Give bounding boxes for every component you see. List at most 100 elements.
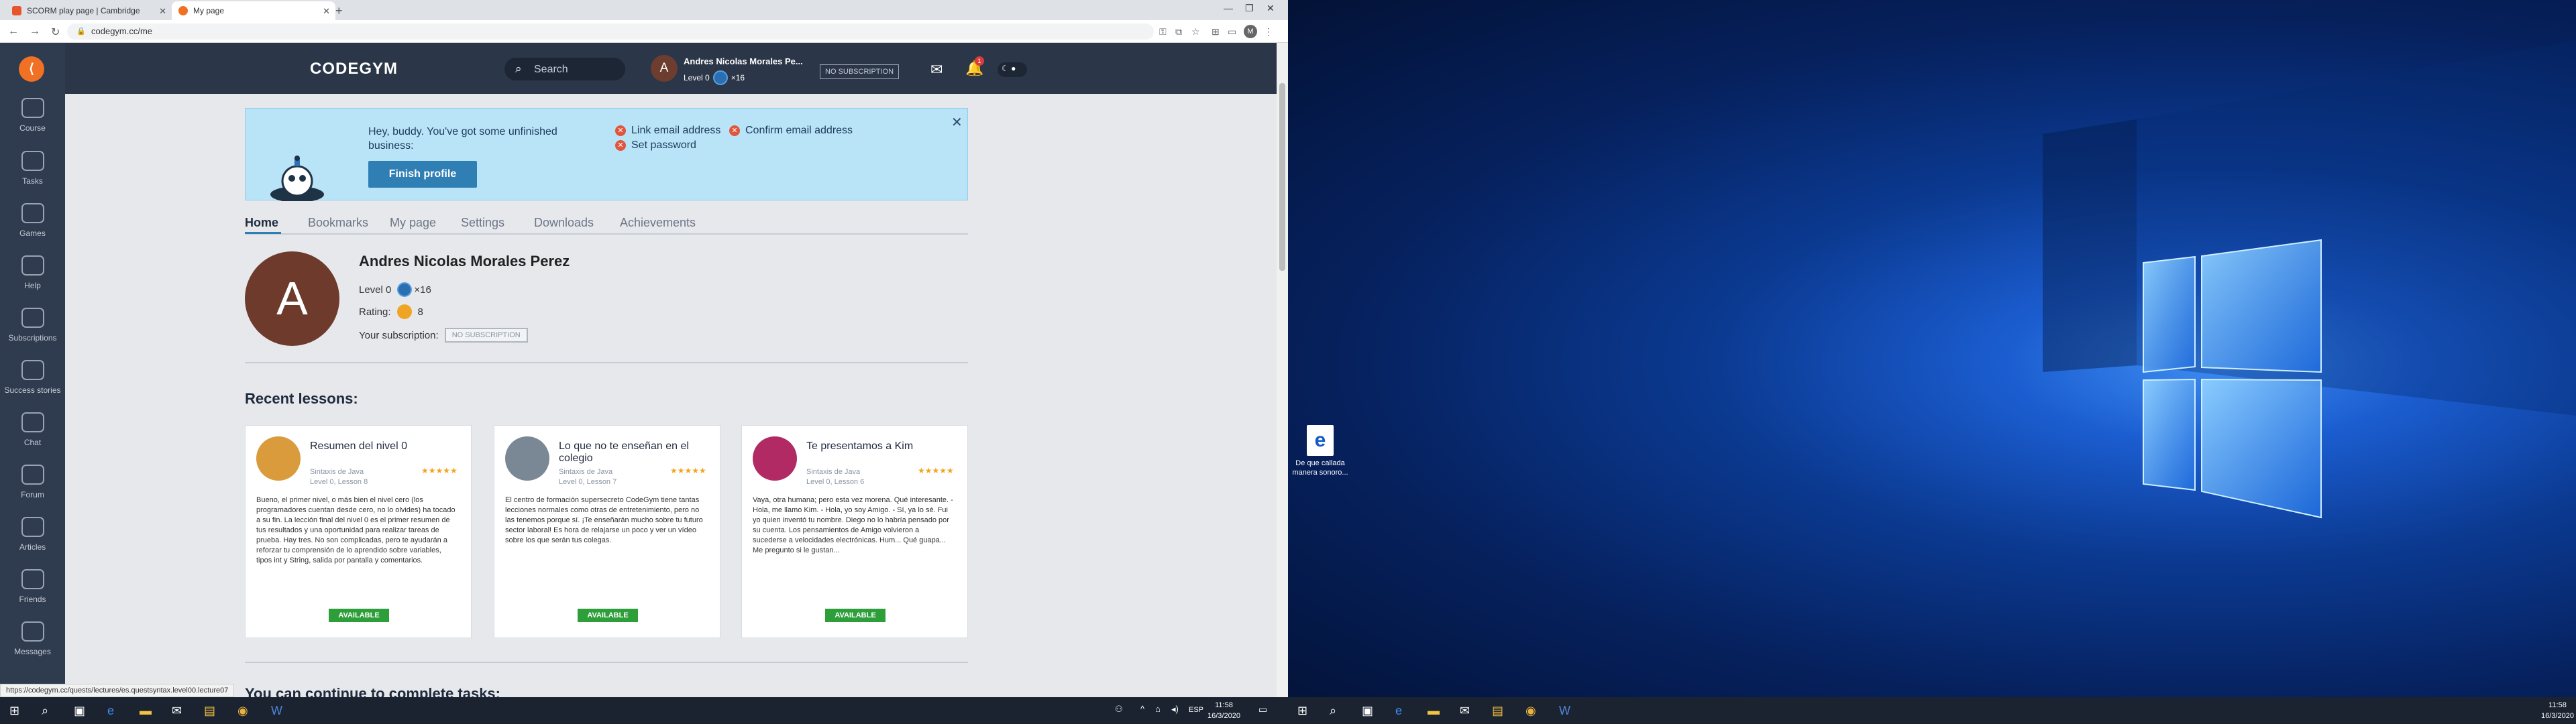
browser-menu-icon[interactable]: ⋮ (1264, 26, 1273, 38)
todo-set-password[interactable]: ✕ Set password (615, 139, 696, 152)
finish-profile-button[interactable]: Finish profile (368, 161, 477, 188)
mail-icon[interactable]: ✉ (930, 61, 943, 78)
lesson-card[interactable]: Resumen del nivel 0 Sintaxis de Java Leve… (245, 425, 472, 638)
tab-settings[interactable]: Settings (461, 216, 504, 230)
todo-link-email[interactable]: ✕ Link email address (615, 125, 720, 137)
key-icon[interactable]: ⚿ (1159, 26, 1167, 38)
cast-icon[interactable]: ▭ (1228, 26, 1236, 38)
user-avatar[interactable]: A (651, 55, 678, 82)
theme-toggle[interactable]: ☾ ● (998, 62, 1027, 77)
banner-message: Hey, buddy. You've got some unfinished b… (368, 126, 557, 152)
available-badge[interactable]: AVAILABLE (825, 609, 885, 622)
tab-my-page[interactable]: My page (390, 216, 436, 230)
chrome-icon[interactable]: ◉ (1525, 704, 1536, 718)
codegym-logo-icon[interactable]: ⟨ (19, 56, 44, 82)
desktop-word-document[interactable]: e De que callada manera sonoro... (1292, 425, 1348, 477)
sidebar-item-forum[interactable]: Forum (0, 461, 65, 513)
lesson-card[interactable]: Lo que no te enseñan en el colegio Sinta… (494, 425, 720, 638)
task-view-icon[interactable]: ▣ (74, 704, 85, 718)
mail-icon[interactable]: ✉ (1460, 704, 1470, 718)
lesson-title[interactable]: Te presentamos a Kim (806, 440, 958, 452)
task-view-icon[interactable]: ▣ (1362, 704, 1373, 718)
tray-chevron-icon[interactable]: ^ (1140, 704, 1144, 714)
browser-tab-my-page[interactable]: My page ✕ (172, 1, 335, 20)
subscription-badge[interactable]: NO SUBSCRIPTION (820, 64, 900, 79)
word-icon[interactable]: W (271, 704, 282, 718)
profile-avatar[interactable]: A (245, 251, 339, 346)
sidebar-item-messages[interactable]: Messages (0, 617, 65, 670)
rating-stars-icon: ★★★★★ (421, 466, 458, 475)
sidebar-item-chat[interactable]: Chat (0, 408, 65, 461)
edge-icon[interactable]: e (107, 704, 114, 718)
system-clock[interactable]: 11:58 16/3/2020 (2541, 700, 2574, 721)
file-explorer-icon[interactable]: ▬ (1428, 704, 1440, 718)
address-bar[interactable]: 🔒 codegym.cc/me (67, 23, 1154, 40)
rating-stars-icon: ★★★★★ (670, 466, 706, 475)
sidebar-item-success-stories[interactable]: Success stories (0, 356, 65, 408)
sidebar-item-course[interactable]: Course (0, 94, 65, 146)
top-header: CODEGYM ⌕ Search A Andres Nicolas Morale… (65, 43, 1288, 94)
sidebar-item-subscriptions[interactable]: Subscriptions (0, 304, 65, 356)
lesson-title[interactable]: Resumen del nivel 0 (310, 440, 462, 452)
close-window-icon[interactable]: ✕ (1267, 3, 1275, 14)
system-clock[interactable]: 11:58 16/3/2020 (1208, 700, 1240, 721)
back-icon[interactable]: ← (8, 25, 19, 38)
error-x-icon: ✕ (615, 125, 626, 136)
people-icon[interactable]: ⚇ (1115, 704, 1123, 715)
search-input[interactable]: ⌕ Search (504, 58, 625, 80)
browser-profile-avatar[interactable]: M (1244, 25, 1257, 38)
restore-icon[interactable]: ❐ (1245, 3, 1254, 14)
lesson-card[interactable]: Te presentamos a Kim Sintaxis de Java Lev… (741, 425, 968, 638)
desktop-icon-label: De que callada manera sonoro... (1292, 459, 1348, 477)
available-badge[interactable]: AVAILABLE (578, 609, 638, 622)
minimize-icon[interactable]: — (1224, 3, 1233, 13)
search-icon[interactable]: ⌕ (1330, 704, 1336, 718)
translate-icon[interactable]: ⧉ (1175, 26, 1182, 38)
tab-home[interactable]: Home (245, 216, 278, 230)
store-icon[interactable]: ▤ (204, 704, 215, 718)
extension-icon[interactable]: ⊞ (1212, 26, 1220, 38)
new-tab-icon[interactable]: + (335, 4, 343, 18)
bookmark-star-icon[interactable]: ☆ (1191, 26, 1200, 38)
sidebar-item-articles[interactable]: Articles (0, 513, 65, 565)
chrome-icon[interactable]: ◉ (237, 704, 248, 718)
todo-confirm-email[interactable]: ✕ Confirm email address (729, 125, 853, 137)
close-tab-icon[interactable]: ✕ (159, 6, 166, 17)
store-icon[interactable]: ▤ (1492, 704, 1503, 718)
close-banner-icon[interactable]: ✕ (951, 114, 963, 131)
reload-icon[interactable]: ↻ (51, 25, 60, 39)
network-icon[interactable]: ⌂ (1155, 704, 1161, 714)
lesson-title[interactable]: Lo que no te enseñan en el colegio (559, 440, 710, 465)
sidebar-item-games[interactable]: Games (0, 199, 65, 251)
volume-icon[interactable]: ◂) (1171, 704, 1179, 715)
sidebar-item-help[interactable]: Help (0, 251, 65, 304)
unfinished-profile-banner: Hey, buddy. You've got some unfinished b… (245, 108, 968, 201)
edge-icon[interactable]: e (1395, 704, 1402, 718)
sidebar-item-label: Tasks (22, 176, 43, 186)
tab-bookmarks[interactable]: Bookmarks (308, 216, 368, 230)
codegym-brand[interactable]: CODEGYM (310, 60, 398, 78)
language-indicator[interactable]: ESP (1189, 706, 1203, 714)
tab-downloads[interactable]: Downloads (534, 216, 594, 230)
level-text: Level 0 (359, 284, 392, 296)
action-center-icon[interactable]: ▭ (1258, 704, 1267, 715)
subscription-badge[interactable]: NO SUBSCRIPTION (444, 328, 528, 343)
forward-icon[interactable]: → (30, 25, 40, 38)
available-badge[interactable]: AVAILABLE (329, 609, 389, 622)
file-explorer-icon[interactable]: ▬ (140, 704, 152, 718)
browser-tab-scorm[interactable]: SCORM play page | Cambridge ✕ (5, 1, 172, 20)
page-scrollbar[interactable] (1277, 43, 1288, 711)
windows-start-icon[interactable]: ⊞ (1297, 704, 1307, 718)
scrollbar-thumb[interactable] (1279, 83, 1285, 271)
word-icon[interactable]: W (1559, 704, 1570, 718)
mail-icon[interactable]: ✉ (172, 704, 182, 718)
sidebar-item-tasks[interactable]: Tasks (0, 147, 65, 199)
user-name[interactable]: Andres Nicolas Morales Pe... (684, 56, 811, 66)
sidebar-item-friends[interactable]: Friends (0, 565, 65, 617)
close-tab-icon[interactable]: ✕ (323, 6, 330, 17)
clock-date: 16/3/2020 (2541, 712, 2574, 720)
search-icon[interactable]: ⌕ (42, 704, 48, 718)
tab-achievements[interactable]: Achievements (620, 216, 696, 230)
windows-start-icon[interactable]: ⊞ (9, 704, 19, 718)
divider (245, 662, 968, 663)
